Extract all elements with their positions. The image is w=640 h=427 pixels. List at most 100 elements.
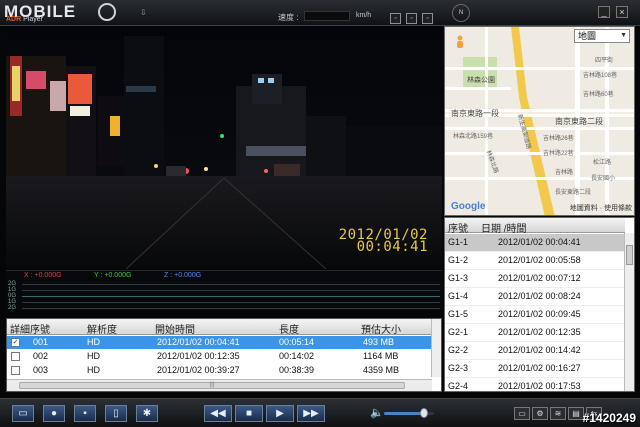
speed-label: 速度 :	[278, 13, 299, 22]
map-label: 吉林路22巷	[543, 151, 574, 157]
fast-forward-button[interactable]: ▶▶	[297, 405, 325, 422]
minimize-icon[interactable]: _	[598, 6, 610, 18]
row-length: 00:38:39	[279, 365, 315, 375]
map-label: 吉林路108巷	[583, 73, 618, 79]
row-start-time: 2012/01/02 00:04:41	[157, 337, 240, 347]
row-length: 00:14:02	[279, 351, 315, 361]
row-id: 002	[33, 351, 49, 361]
volume-slider-handle[interactable]	[420, 408, 428, 418]
map-label: 松江路	[593, 160, 612, 166]
list-item[interactable]: G1-3 2012/01/02 00:07:12	[445, 270, 625, 288]
pegman-icon[interactable]	[455, 35, 465, 51]
grid-line	[22, 284, 440, 285]
fullscreen-icon[interactable]: ▫	[406, 13, 417, 24]
row-resolution: HD	[87, 365, 100, 375]
play-button[interactable]: ▶	[266, 405, 294, 422]
scroll-thumb[interactable]: |||	[19, 382, 405, 389]
row-start-time: 2012/01/02 00:12:35	[157, 351, 240, 361]
window-mode-icon[interactable]: ▫	[390, 13, 401, 24]
open-folder-button[interactable]: ▭	[12, 405, 34, 422]
video-time-overlay: 00:04:41	[356, 239, 428, 255]
map-label: 長安東路二段	[555, 190, 592, 196]
grid-line	[22, 290, 440, 291]
row-start-time: 2012/01/02 00:39:27	[157, 365, 240, 375]
watermark: #1420249	[582, 411, 636, 425]
col-header-id[interactable]: 詳細序號	[10, 321, 50, 336]
map-terms-link[interactable]: 地圖資料 · 使用條款	[570, 203, 632, 213]
video-player[interactable]: 2012/01/02 00:04:41	[6, 26, 442, 269]
list-item[interactable]: G2-2 2012/01/02 00:14:42	[445, 342, 625, 360]
logo-ring-icon	[98, 3, 116, 21]
list-item[interactable]: G1-4 2012/01/02 00:08:24	[445, 288, 625, 306]
grid-line	[22, 308, 440, 309]
save-button[interactable]: ▪	[74, 405, 96, 422]
file-list-table: 詳細序號 解析度 開始時間 長度 預估大小 ✓ 001 HD 2012/01/0…	[6, 318, 442, 392]
download-icon[interactable]: ⇩	[140, 8, 147, 17]
view-mode-1-button[interactable]: ▭	[514, 407, 530, 420]
g-scale-label: 2G	[8, 305, 17, 311]
control-bar: ▭ ● ▪ ▯ ✱ ◀◀ ■ ▶ ▶▶ 🔈 ▭ ⚙ ≋ ▤ ⇆ #1420249	[0, 398, 640, 427]
col-header-length[interactable]: 長度	[279, 321, 299, 336]
col-header-datetime[interactable]: 日期 /時間	[481, 220, 527, 235]
export-icon[interactable]: ▫	[422, 13, 433, 24]
view-mode-4-button[interactable]: ▤	[568, 407, 584, 420]
col-header-start-time[interactable]: 開始時間	[155, 321, 195, 336]
settings-button[interactable]: ✱	[136, 405, 158, 422]
row-resolution: HD	[87, 337, 100, 347]
gps-list-scrollbar[interactable]	[624, 233, 634, 391]
speed-readout	[304, 11, 350, 21]
row-size: 4359 MB	[363, 365, 400, 375]
list-item[interactable]: G2-4 2012/01/02 00:17:53	[445, 378, 625, 391]
g-sensor-trace	[22, 296, 440, 297]
row-checkbox[interactable]	[11, 352, 20, 361]
col-header-resolution[interactable]: 解析度	[87, 321, 117, 336]
row-size: 493 MB	[363, 337, 395, 347]
map-label: 林森公園	[467, 77, 495, 84]
volume-icon[interactable]: 🔈	[370, 406, 384, 419]
stop-button[interactable]: ■	[235, 405, 263, 422]
col-header-id[interactable]: 序號	[448, 220, 468, 235]
title-bar: MOBILE ADR Player ⇩ 速度 : km/h ▫ ▫ ▫ N _ …	[0, 0, 640, 26]
rewind-button[interactable]: ◀◀	[204, 405, 232, 422]
map-type-select[interactable]: 地圖	[574, 29, 630, 43]
view-mode-2-button[interactable]: ⚙	[532, 407, 548, 420]
g-sensor-y-value: Y : +0.000G	[94, 272, 132, 279]
view-mode-3-button[interactable]: ≋	[550, 407, 566, 420]
file-table-horizontal-scrollbar[interactable]: |||	[7, 379, 432, 391]
close-icon[interactable]: ×	[616, 6, 628, 18]
table-row[interactable]: ✓ 001 HD 2012/01/02 00:04:41 00:05:14 49…	[7, 336, 432, 349]
table-row[interactable]: 002 HD 2012/01/02 00:12:35 00:14:02 1164…	[7, 350, 432, 363]
map-label: 南京東路一段	[451, 109, 499, 118]
col-header-size[interactable]: 預估大小	[361, 321, 401, 336]
row-id: 001	[33, 337, 49, 347]
scroll-thumb[interactable]	[626, 245, 633, 265]
snapshot-button[interactable]: ●	[43, 405, 65, 422]
row-length: 00:05:14	[279, 337, 315, 347]
list-item[interactable]: G2-3 2012/01/02 00:16:27	[445, 360, 625, 378]
g-sensor-x-value: X : +0.000G	[24, 272, 62, 279]
list-item[interactable]: G2-1 2012/01/02 00:12:35	[445, 324, 625, 342]
grid-line	[22, 302, 440, 303]
file-table-vertical-scrollbar[interactable]	[431, 319, 441, 377]
g-sensor-graph: X : +0.000G Y : +0.000G Z : +0.000G 2G 1…	[6, 270, 442, 311]
map-label: 吉林路	[555, 170, 574, 176]
map-label: 林森北路159巷	[453, 134, 494, 140]
row-checkbox[interactable]: ✓	[11, 338, 20, 347]
gps-point-list: 序號 日期 /時間 G1-1 2012/01/02 00:04:41 G1-2 20…	[444, 217, 635, 392]
table-row[interactable]: 003 HD 2012/01/02 00:39:27 00:38:39 4359…	[7, 364, 432, 377]
delete-button[interactable]: ▯	[105, 405, 127, 422]
gps-list-header: 序號 日期 /時間	[445, 218, 625, 235]
row-checkbox[interactable]	[11, 366, 20, 375]
list-item[interactable]: G1-2 2012/01/02 00:05:58	[445, 252, 625, 270]
map-label: 吉林路60巷	[583, 92, 614, 98]
list-item[interactable]: G1-5 2012/01/02 00:09:45	[445, 306, 625, 324]
gps-map[interactable]: 地圖 林森公園 南京東路一段 南京東路二段 林森北路159巷 新生高架道路 吉林…	[444, 26, 635, 216]
app-logo-subtitle: ADR Player	[6, 16, 43, 23]
row-size: 1164 MB	[363, 351, 399, 361]
speed-unit: km/h	[356, 12, 372, 19]
g-sensor-z-value: Z : +0.000G	[164, 272, 202, 279]
map-label: 南京東路二段	[555, 117, 603, 126]
list-item[interactable]: G1-1 2012/01/02 00:04:41	[445, 234, 625, 252]
map-label: 長安國小	[591, 176, 616, 182]
row-resolution: HD	[87, 351, 100, 361]
